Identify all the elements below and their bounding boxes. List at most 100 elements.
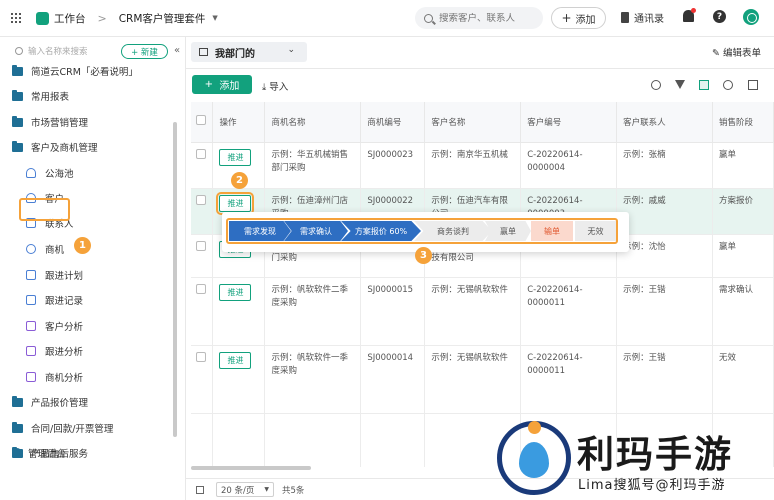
column-header[interactable]: 客户名称 [424, 102, 522, 143]
page-size-select[interactable]: 20 条/页 ▼ [216, 482, 274, 497]
sidebar-item-opportunity[interactable]: 商机 [26, 242, 64, 256]
column-header[interactable]: 商机编号 [360, 102, 426, 143]
row-checkbox[interactable] [196, 148, 206, 159]
row-checkbox[interactable] [196, 240, 206, 251]
advance-button[interactable]: 推进 [219, 351, 252, 369]
cell-stage: 无效 [712, 345, 774, 414]
top-add-button[interactable]: + 添加 [551, 7, 606, 29]
table-row[interactable]: 推进 示例：帆软软件二季度采购 SJ0000015 示例：无锡帆软软件 C-20… [191, 277, 774, 346]
pagination-icon [196, 485, 204, 494]
column-header[interactable]: 操作 [212, 102, 266, 143]
table-row[interactable]: 推进 示例：帆软软件一季度采购 SJ0000014 示例：无锡帆软软件 C-20… [191, 345, 774, 414]
sidebar-item-followup-analysis[interactable]: 跟进分析 [26, 344, 83, 358]
sidebar-item-label: 产品报价管理 [31, 398, 89, 409]
calendar-icon [26, 270, 36, 280]
app-name[interactable]: CRM客户管理套件 [119, 11, 206, 26]
stage-step-invalid[interactable]: 无效 [575, 221, 616, 241]
advance-button[interactable]: 推进 [219, 148, 252, 166]
cell-name: 示例：帆软软件一季度采购 [264, 345, 362, 414]
apps-grid-icon[interactable] [11, 13, 21, 23]
callout-badge-3: 3 [415, 247, 432, 264]
contacts-label: 通讯录 [634, 14, 664, 25]
app-dropdown-icon[interactable]: ▼ [212, 14, 217, 22]
watermark-subtitle: Lima搜狐号@利玛手游 [578, 478, 726, 493]
stage-step-current[interactable]: 方案报价 60% [341, 221, 421, 241]
column-header[interactable]: 销售阶段 [712, 102, 774, 143]
sidebar-item-followup-record[interactable]: 跟进记录 [26, 293, 83, 307]
chevron-down-icon: ▼ [264, 486, 269, 493]
notification-bell-icon[interactable] [683, 8, 696, 22]
sidebar-item-quote-management[interactable]: 产品报价管理 [12, 395, 88, 409]
sidebar-item-customers-opportunities[interactable]: 客户及商机管理 [12, 140, 98, 154]
watermark-dot [528, 421, 541, 434]
sidebar-item-label: 客户及商机管理 [31, 143, 98, 154]
chart-icon [26, 372, 36, 382]
chart-view-icon[interactable] [699, 80, 709, 90]
chevron-down-icon: ⌄ [287, 45, 295, 55]
total-count: 共5条 [282, 485, 305, 496]
sidebar-item-guide[interactable]: 简道云CRM「必看说明」 [12, 64, 138, 78]
cell-code: SJ0000015 [360, 277, 426, 346]
import-button[interactable]: ⤓ 导入 [262, 79, 288, 93]
stage-step[interactable]: 赢单 [485, 221, 531, 241]
column-header[interactable]: 客户编号 [520, 102, 618, 143]
stage-step[interactable]: 需求发现 [229, 221, 291, 241]
cell-code: SJ0000014 [360, 345, 426, 414]
sidebar-item-followup-plan[interactable]: 跟进计划 [26, 268, 83, 282]
contacts-button[interactable]: 通讯录 [621, 10, 664, 25]
global-search[interactable] [415, 7, 543, 29]
gear-icon [12, 448, 22, 458]
row-checkbox[interactable] [196, 283, 206, 294]
sidebar-item-public-pool[interactable]: 公海池 [26, 166, 74, 180]
collapse-sidebar-icon[interactable]: « [174, 45, 180, 56]
cell-contact: 示例：戚威 [616, 188, 713, 235]
stage-step-lose[interactable]: 输单 [531, 221, 573, 241]
breadcrumb-separator: > [97, 11, 107, 25]
folder-icon [12, 64, 23, 76]
edit-form-button[interactable]: ✎ 编辑表单 [712, 45, 761, 59]
page-size-value: 20 条/页 [221, 485, 255, 496]
search-icon[interactable] [651, 80, 661, 90]
sidebar-item-label: 商机 [45, 245, 65, 256]
table-row[interactable]: 推进 示例：华五机械销售部门采购 SJ0000023 示例：南京华五机械 C-2… [191, 142, 774, 189]
cell-customer: 示例：南京华五机械 [424, 142, 522, 189]
avatar[interactable] [743, 9, 759, 25]
search-icon [15, 47, 23, 55]
cell-customer-code: C-20220614-0000011 [520, 345, 618, 414]
horizontal-scrollbar[interactable] [191, 466, 311, 470]
watermark-drop-icon [519, 442, 549, 478]
stage-step[interactable]: 商务谈判 [414, 221, 492, 241]
filter-icon[interactable] [675, 80, 685, 89]
sidebar-item-customer-analysis[interactable]: 客户分析 [26, 319, 83, 333]
sidebar-item-reports[interactable]: 常用报表 [12, 89, 69, 103]
advance-button[interactable]: 推进 [216, 191, 255, 215]
stage-step[interactable]: 需求确认 [284, 221, 348, 241]
sidebar-item-label: 跟进记录 [45, 296, 84, 307]
column-header[interactable]: 商机名称 [264, 102, 362, 143]
chart-icon [26, 346, 36, 356]
column-header[interactable]: 客户联系人 [616, 102, 713, 143]
cell-stage: 赢单 [712, 234, 774, 278]
global-search-input[interactable] [439, 12, 539, 24]
cell-contact: 示例：沈怡 [616, 234, 713, 278]
sidebar-item-opportunity-analysis[interactable]: 商机分析 [26, 370, 83, 384]
cell-name: 示例：帆软软件二季度采购 [264, 277, 362, 346]
workspace-link[interactable]: 工作台 [54, 11, 86, 26]
help-icon[interactable]: ? [713, 10, 726, 23]
sidebar-item-contract-management[interactable]: 合同/回款/开票管理 [12, 421, 113, 435]
view-selector[interactable]: 我部门的 ⌄ [191, 42, 307, 62]
sidebar-scrollbar[interactable] [173, 122, 177, 437]
row-checkbox[interactable] [196, 351, 206, 362]
advance-button[interactable]: 推进 [219, 283, 252, 301]
admin-console-link[interactable]: 管理后台 [12, 446, 66, 460]
add-record-button[interactable]: + 添加 [192, 75, 252, 94]
sidebar-item-marketing[interactable]: 市场营销管理 [12, 115, 88, 129]
sidebar-search[interactable]: 输入名称来搜索 [15, 45, 88, 57]
row-checkbox[interactable] [196, 194, 206, 205]
refresh-icon[interactable] [723, 80, 733, 90]
cell-customer-code: C-20220614-0000011 [520, 277, 618, 346]
select-all-checkbox[interactable] [196, 115, 206, 126]
column-settings-icon[interactable] [748, 80, 758, 90]
new-button[interactable]: + 新建 [121, 44, 168, 59]
cell-name: 示例：华五机械销售部门采购 [264, 142, 362, 189]
